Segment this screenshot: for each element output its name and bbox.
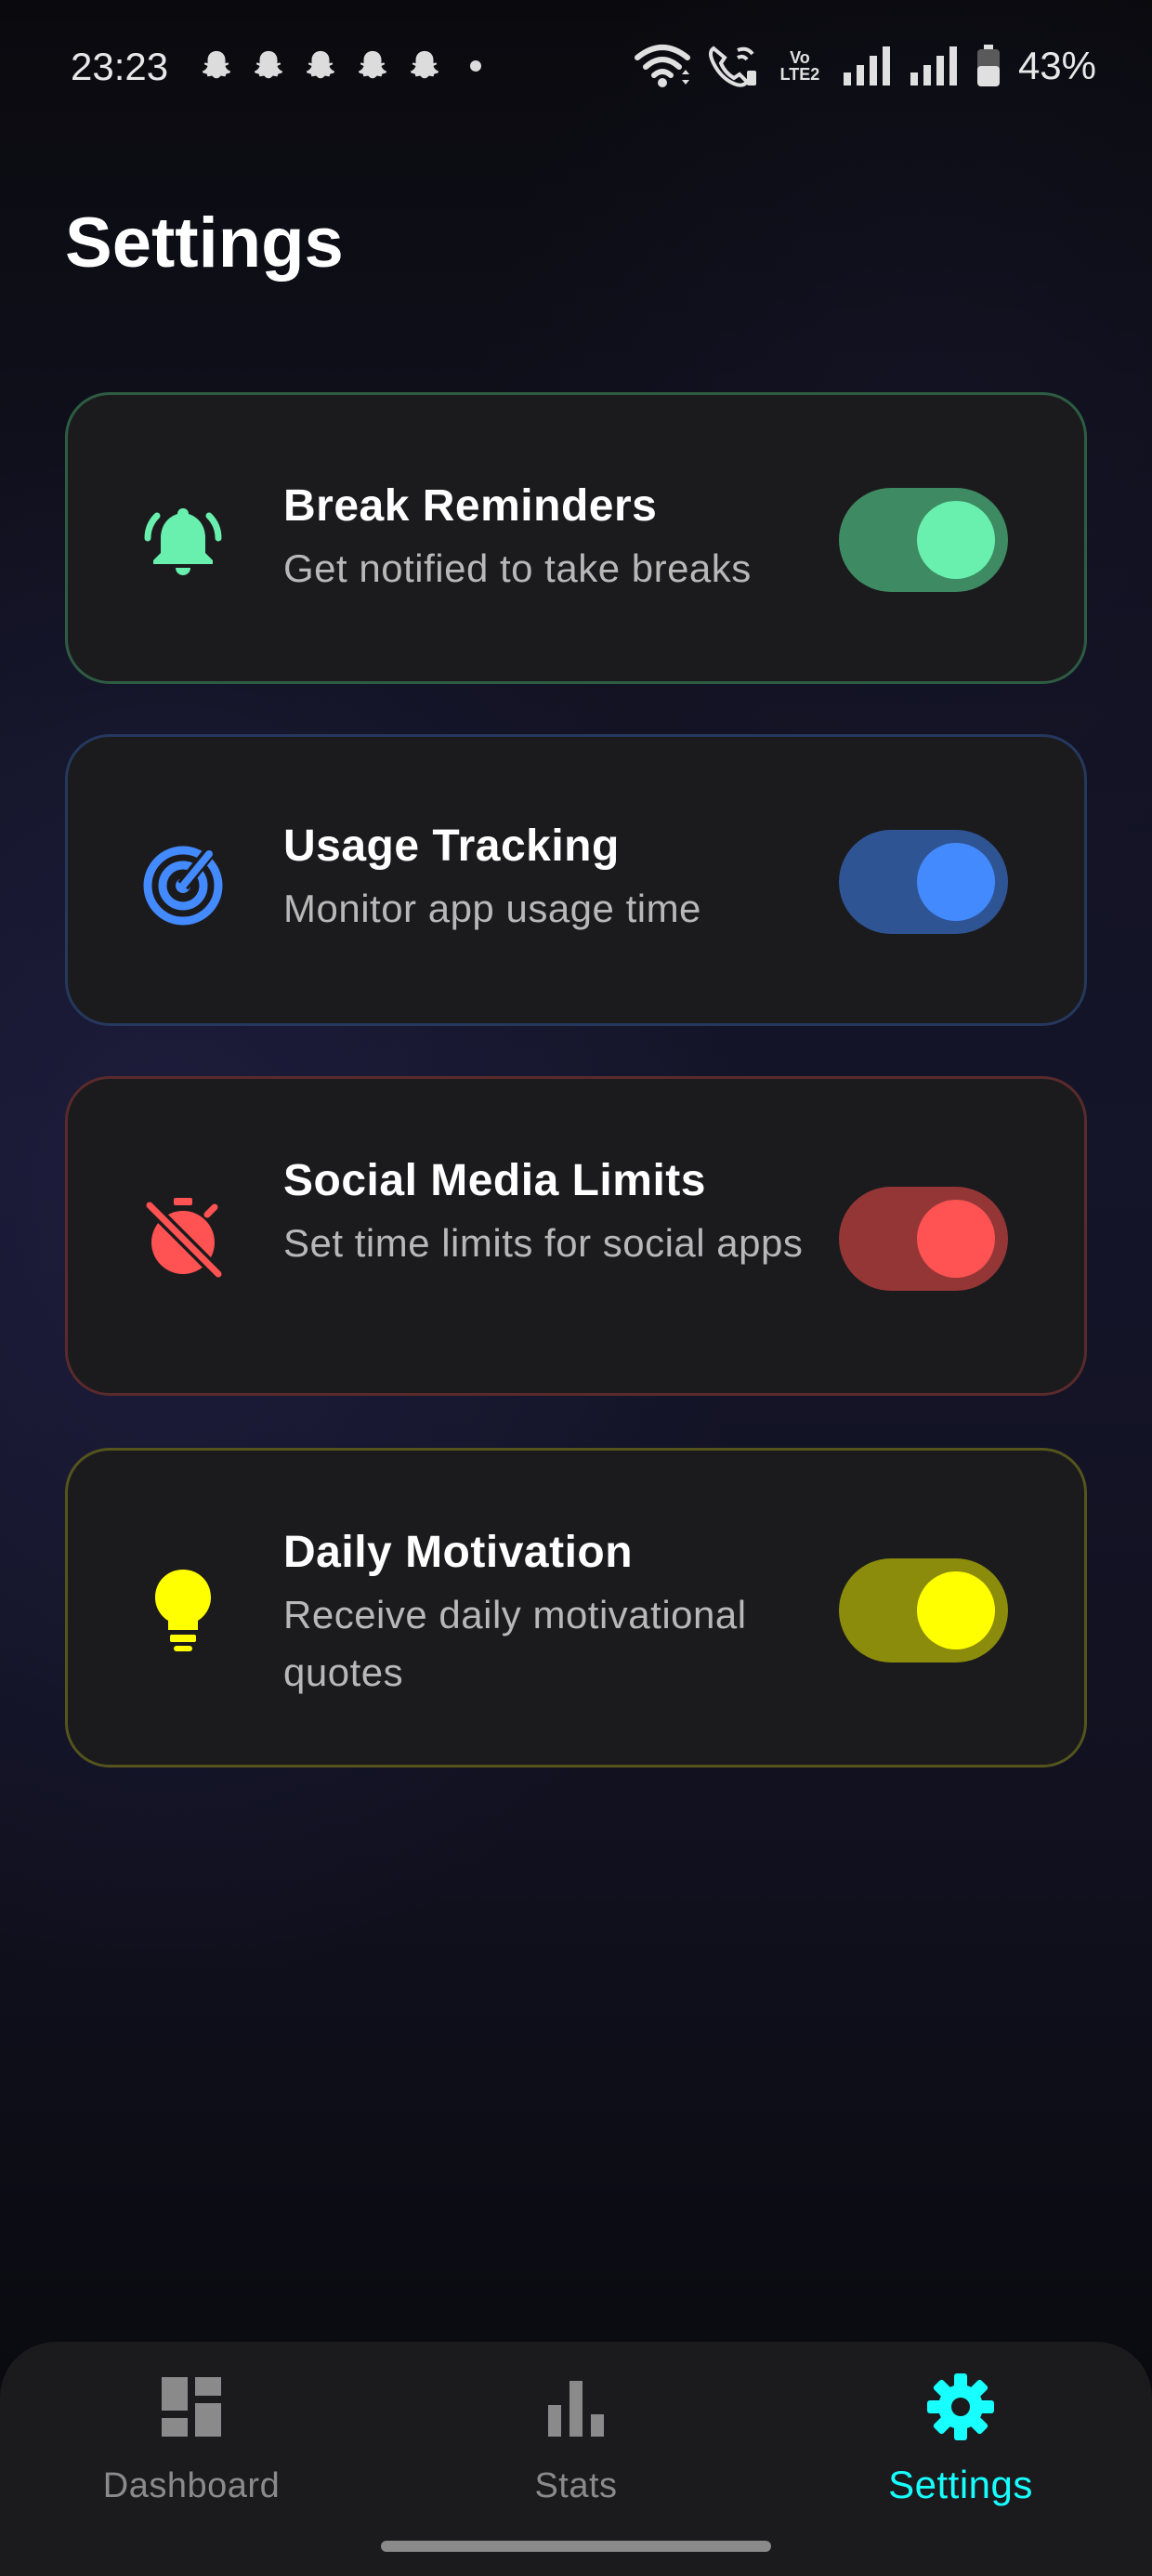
- setting-subtitle: Monitor app usage time: [283, 887, 701, 930]
- toggle-knob: [917, 1200, 995, 1278]
- break-reminders-toggle[interactable]: [839, 488, 1008, 592]
- volte-indicator: Vo LTE2: [773, 49, 827, 83]
- snapchat-icon: [410, 50, 439, 79]
- timer-off-icon: [137, 1190, 229, 1283]
- page-title: Settings: [65, 204, 344, 283]
- social-media-limits-toggle[interactable]: [839, 1187, 1008, 1291]
- toggle-knob: [917, 501, 995, 579]
- daily-motivation-toggle[interactable]: [839, 1558, 1008, 1663]
- wifi-calling-icon: [708, 46, 756, 87]
- home-indicator[interactable]: [381, 2541, 771, 2552]
- signal-icon-2: [910, 46, 957, 85]
- setting-subtitle: Receive daily motivational quotes: [283, 1593, 747, 1694]
- setting-text: Usage Tracking Monitor app usage time: [283, 819, 859, 938]
- nav-item-settings[interactable]: Settings: [821, 2370, 1100, 2546]
- battery-percent: 43%: [1017, 44, 1096, 87]
- setting-text: Social Media Limits Set time limits for …: [283, 1153, 859, 1272]
- system-icons: Vo LTE2 43%: [634, 43, 1096, 89]
- setting-text: Daily Motivation Receive daily motivatio…: [283, 1525, 859, 1702]
- lte-label: Vo LTE2: [779, 48, 820, 84]
- usage-tracking-toggle[interactable]: [839, 830, 1008, 934]
- setting-title: Daily Motivation: [283, 1528, 634, 1577]
- lightbulb-icon: [137, 1562, 229, 1655]
- bell-ringing-icon: [137, 493, 229, 586]
- setting-subtitle: Set time limits for social apps: [283, 1221, 804, 1265]
- nav-item-stats[interactable]: Stats: [437, 2370, 715, 2546]
- track-changes-icon: [137, 835, 229, 928]
- setting-card-usage-tracking: Usage Tracking Monitor app usage time: [65, 734, 1087, 1026]
- dashboard-icon: [162, 2377, 221, 2437]
- notification-icons: [199, 48, 481, 84]
- wifi-icon: [634, 45, 690, 87]
- nav-label: Settings: [888, 2463, 1033, 2506]
- setting-text: Break Reminders Get notified to take bre…: [283, 479, 859, 598]
- nav-item-dashboard[interactable]: Dashboard: [52, 2370, 331, 2546]
- setting-card-break-reminders: Break Reminders Get notified to take bre…: [65, 392, 1087, 684]
- setting-title: Social Media Limits: [283, 1156, 706, 1205]
- nav-label: Stats: [534, 2466, 618, 2505]
- toggle-knob: [917, 843, 995, 921]
- bar-chart-icon: [548, 2381, 604, 2437]
- nav-label: Dashboard: [102, 2466, 281, 2505]
- snapchat-icon: [254, 50, 283, 79]
- setting-card-daily-motivation: Daily Motivation Receive daily motivatio…: [65, 1448, 1087, 1768]
- status-bar: 23:23 Vo LTE2 43%: [0, 0, 1152, 139]
- battery-icon: [976, 45, 1000, 86]
- setting-subtitle: Get notified to take breaks: [283, 546, 752, 590]
- gear-icon: [927, 2373, 994, 2440]
- snapchat-icon: [202, 50, 231, 79]
- snapchat-icon: [306, 50, 335, 79]
- signal-icon: [843, 46, 890, 85]
- toggle-knob: [917, 1571, 995, 1649]
- setting-title: Break Reminders: [283, 481, 658, 531]
- setting-title: Usage Tracking: [283, 821, 620, 871]
- more-notifications-dot: [470, 60, 481, 72]
- snapchat-icon: [358, 50, 387, 79]
- setting-card-social-media-limits: Social Media Limits Set time limits for …: [65, 1076, 1087, 1396]
- status-time: 23:23: [71, 45, 169, 88]
